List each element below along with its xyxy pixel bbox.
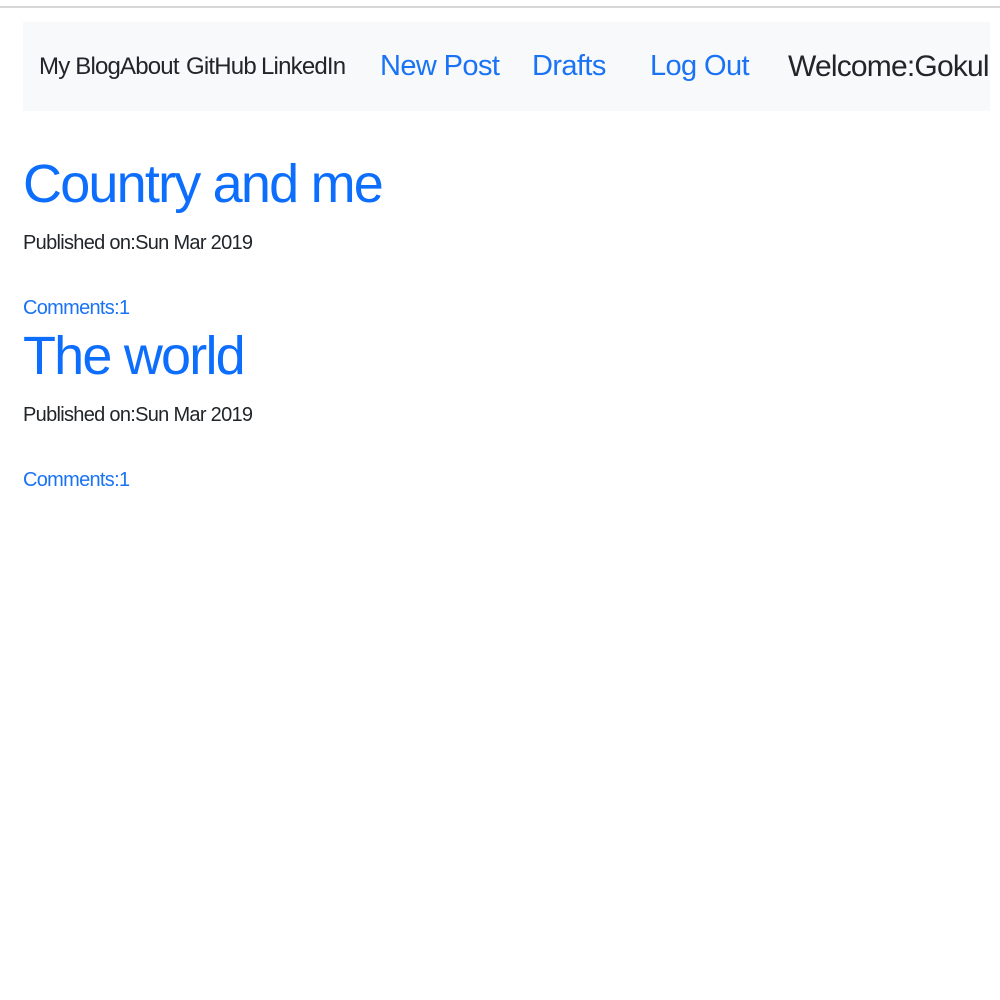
post-list: Country and me Published on:Sun Mar 2019… [23, 148, 973, 492]
nav-link-github[interactable]: GitHub [186, 22, 257, 111]
drafts-link[interactable]: Drafts [532, 22, 606, 111]
nav-link-about[interactable]: About [120, 22, 180, 111]
log-out-link[interactable]: Log Out [650, 22, 750, 111]
window-top-border [0, 6, 1000, 8]
post-published-date: Published on:Sun Mar 2019 [23, 404, 253, 426]
post-item: Country and me Published on:Sun Mar 2019… [23, 148, 973, 320]
navbar: My Blog About GitHub LinkedIn New Post D… [23, 22, 990, 111]
new-post-link[interactable]: New Post [380, 22, 500, 111]
post-published-date: Published on:Sun Mar 2019 [23, 232, 253, 254]
brand-link[interactable]: My Blog [39, 22, 121, 111]
post-item: The world Published on:Sun Mar 2019 Comm… [23, 320, 973, 492]
post-title-link[interactable]: Country and me [23, 148, 973, 220]
nav-link-linkedin[interactable]: LinkedIn [261, 22, 346, 111]
post-title-link[interactable]: The world [23, 320, 973, 392]
post-comments-link[interactable]: Comments:1 [23, 296, 973, 320]
welcome-user-text: Welcome:Gokul [788, 50, 990, 83]
post-comments-link[interactable]: Comments:1 [23, 468, 973, 492]
